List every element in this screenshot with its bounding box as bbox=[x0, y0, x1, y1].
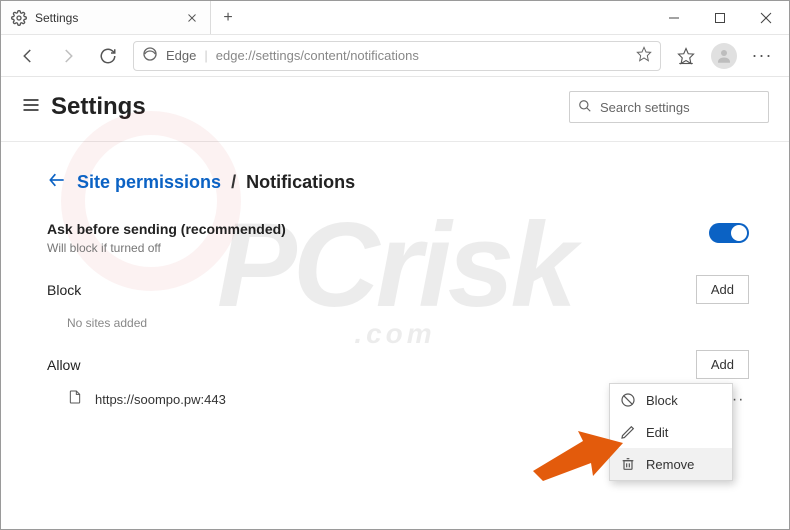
search-placeholder: Search settings bbox=[600, 100, 690, 115]
block-add-button[interactable]: Add bbox=[696, 275, 749, 304]
minimize-button[interactable] bbox=[651, 1, 697, 34]
address-bar-row: Edge | edge://settings/content/notificat… bbox=[1, 35, 789, 77]
close-tab-icon[interactable] bbox=[186, 11, 200, 25]
ctx-remove-label: Remove bbox=[646, 457, 694, 472]
content-area: Site permissions / Notifications Ask bef… bbox=[1, 142, 789, 410]
ask-before-row: Ask before sending (recommended) Will bl… bbox=[47, 221, 749, 255]
tab-title: Settings bbox=[35, 11, 178, 25]
context-menu: Block Edit Remove bbox=[609, 383, 733, 481]
ask-before-sub: Will block if turned off bbox=[47, 241, 286, 255]
context-menu-edit[interactable]: Edit bbox=[610, 416, 732, 448]
titlebar: Settings + bbox=[1, 1, 789, 35]
edge-logo-icon bbox=[142, 46, 158, 65]
address-bar[interactable]: Edge | edge://settings/content/notificat… bbox=[133, 41, 661, 71]
breadcrumb-current: Notifications bbox=[246, 172, 355, 193]
allow-section-head: Allow Add bbox=[47, 350, 749, 379]
block-icon bbox=[620, 392, 636, 408]
toggle-knob bbox=[731, 225, 747, 241]
block-label: Block bbox=[47, 282, 81, 298]
ctx-block-label: Block bbox=[646, 393, 678, 408]
breadcrumb-parent-link[interactable]: Site permissions bbox=[77, 172, 221, 193]
favorite-icon[interactable] bbox=[636, 46, 652, 65]
breadcrumb-back-icon[interactable] bbox=[47, 170, 67, 195]
allow-label: Allow bbox=[47, 357, 80, 373]
search-wrap: Search settings bbox=[569, 91, 769, 123]
hamburger-menu-icon[interactable] bbox=[21, 95, 51, 120]
app-menu-button[interactable]: ··· bbox=[747, 41, 777, 71]
browser-window: PCrisk .com Settings + bbox=[0, 0, 790, 530]
window-controls bbox=[651, 1, 789, 34]
address-url: edge://settings/content/notifications bbox=[216, 48, 419, 63]
context-menu-remove[interactable]: Remove bbox=[610, 448, 732, 480]
block-empty-text: No sites added bbox=[47, 304, 749, 330]
close-window-button[interactable] bbox=[743, 1, 789, 34]
browser-tab[interactable]: Settings bbox=[1, 1, 211, 34]
back-button[interactable] bbox=[13, 41, 43, 71]
new-tab-button[interactable]: + bbox=[211, 1, 245, 34]
ask-before-text: Ask before sending (recommended) Will bl… bbox=[47, 221, 286, 255]
search-icon bbox=[578, 99, 592, 116]
favorites-bar-icon[interactable] bbox=[671, 41, 701, 71]
file-icon bbox=[67, 389, 83, 410]
allow-add-button[interactable]: Add bbox=[696, 350, 749, 379]
maximize-button[interactable] bbox=[697, 1, 743, 34]
refresh-button[interactable] bbox=[93, 41, 123, 71]
address-divider: | bbox=[204, 48, 207, 63]
forward-button[interactable] bbox=[53, 41, 83, 71]
breadcrumb: Site permissions / Notifications bbox=[47, 170, 749, 195]
search-input[interactable]: Search settings bbox=[569, 91, 769, 123]
annotation-arrow bbox=[533, 421, 623, 486]
breadcrumb-sep: / bbox=[231, 172, 236, 193]
block-section-head: Block Add bbox=[47, 275, 749, 304]
context-menu-block[interactable]: Block bbox=[610, 384, 732, 416]
ask-before-toggle[interactable] bbox=[709, 223, 749, 243]
gear-icon bbox=[11, 10, 27, 26]
profile-avatar[interactable] bbox=[711, 43, 737, 69]
ctx-edit-label: Edit bbox=[646, 425, 668, 440]
plus-icon: + bbox=[223, 9, 232, 27]
ask-before-label: Ask before sending (recommended) bbox=[47, 221, 286, 237]
block-section: Block Add No sites added bbox=[47, 275, 749, 330]
address-prefix: Edge bbox=[166, 48, 196, 63]
